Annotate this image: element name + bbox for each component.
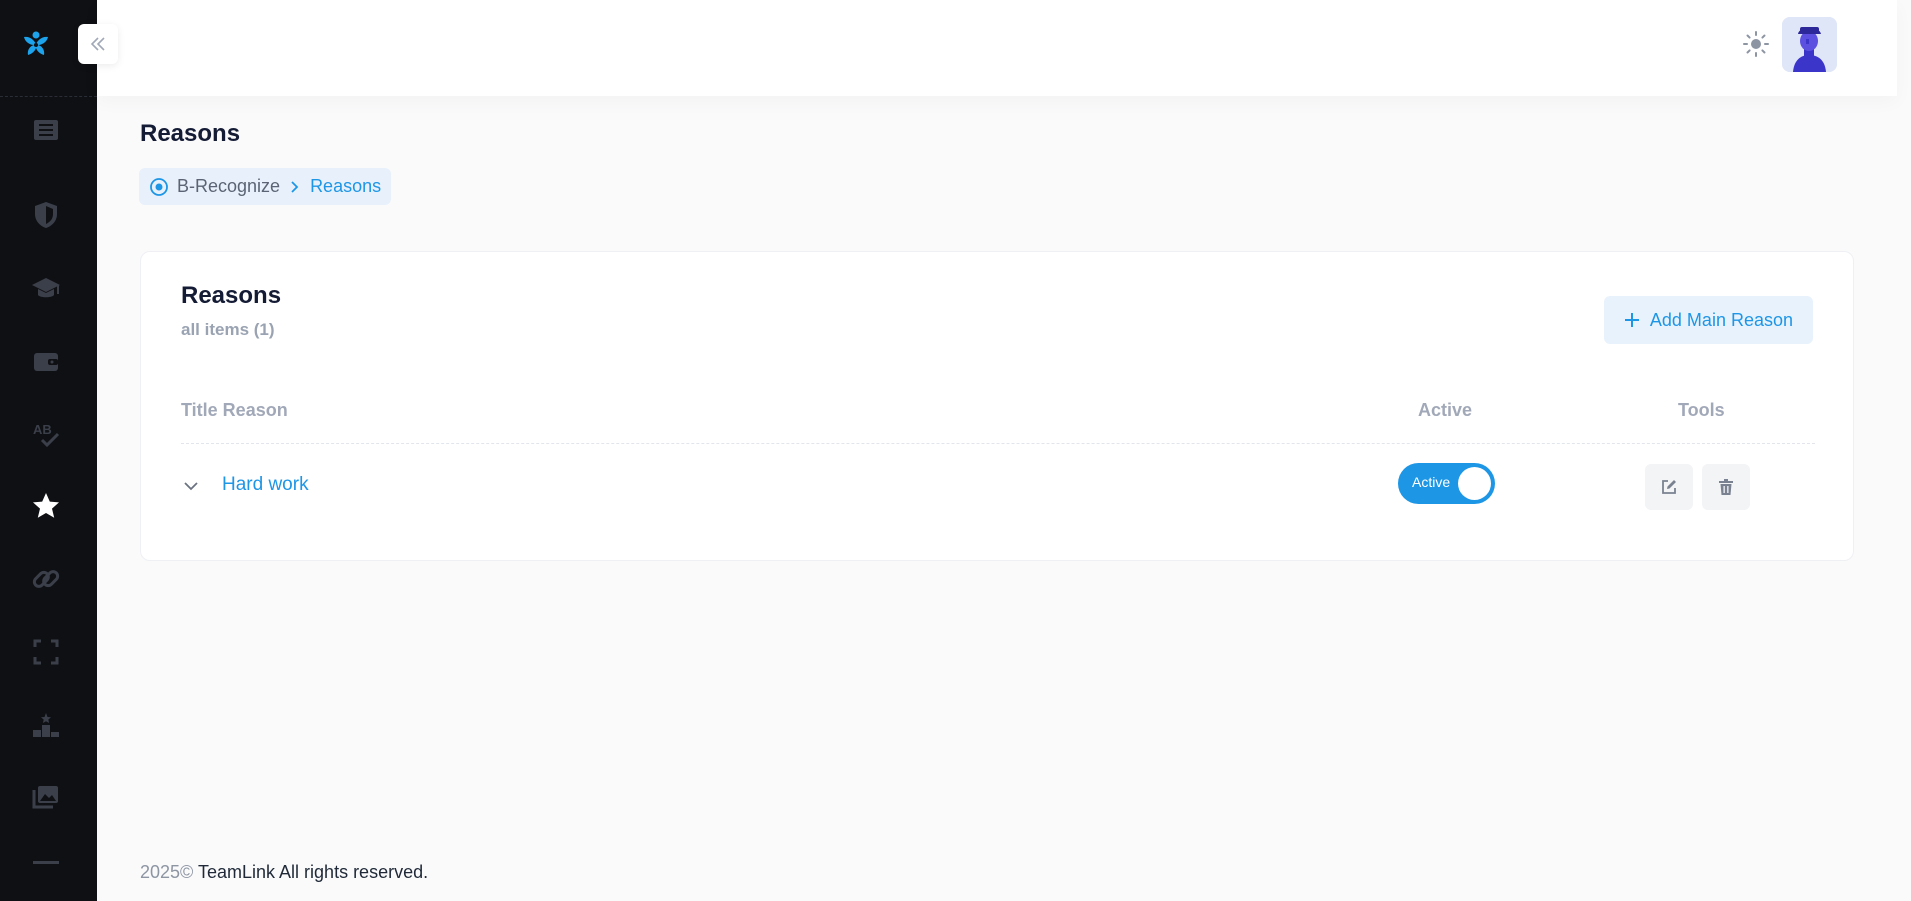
- trash-icon: [1719, 479, 1733, 495]
- fullscreen-icon[interactable]: [28, 634, 64, 670]
- delete-button[interactable]: [1702, 464, 1750, 510]
- top-header: [97, 0, 1897, 96]
- footer-year: 2025©: [140, 862, 194, 882]
- expand-row-button[interactable]: [179, 474, 203, 498]
- sidebar: AB: [0, 0, 97, 901]
- toggle-knob: [1458, 467, 1491, 500]
- star-icon[interactable]: [28, 488, 64, 524]
- svg-text:AB: AB: [33, 422, 52, 437]
- teamlink-logo[interactable]: [20, 28, 52, 60]
- table-divider: [181, 443, 1815, 444]
- wallet-icon[interactable]: [28, 343, 64, 379]
- sun-icon: [1743, 31, 1769, 57]
- footer: 2025© TeamLink All rights reserved.: [140, 862, 428, 883]
- collapse-sidebar-button[interactable]: [78, 24, 118, 64]
- page-title: Reasons: [140, 120, 241, 147]
- minus-icon[interactable]: [28, 844, 64, 880]
- sidebar-divider: [0, 96, 97, 97]
- theme-toggle-button[interactable]: [1740, 28, 1772, 60]
- card-title: Reasons: [181, 282, 282, 309]
- gallery-icon[interactable]: [28, 779, 64, 815]
- toggle-label: Active: [1412, 474, 1451, 490]
- user-avatar[interactable]: [1782, 17, 1837, 72]
- breadcrumb-current: Reasons: [310, 176, 382, 196]
- breadcrumb: B-Recognize Reasons: [139, 168, 392, 205]
- column-header-active: Active: [1418, 400, 1473, 420]
- footer-text: TeamLink All rights reserved.: [198, 862, 429, 882]
- spellcheck-icon[interactable]: AB: [28, 416, 64, 452]
- graduation-cap-icon[interactable]: [28, 270, 64, 306]
- reasons-card: Reasons all items (1) Add Main Reason Ti…: [140, 251, 1854, 561]
- edit-icon: [1662, 480, 1676, 494]
- chevron-right-icon: [291, 180, 299, 193]
- leaderboard-icon[interactable]: [28, 707, 64, 743]
- plus-icon: [1624, 313, 1639, 327]
- double-chevron-left-icon: [90, 37, 105, 51]
- edit-button[interactable]: [1645, 464, 1693, 510]
- column-header-tools: Tools: [1678, 400, 1725, 420]
- breadcrumb-home-link[interactable]: B-Recognize: [177, 176, 280, 197]
- add-main-reason-button[interactable]: Add Main Reason: [1603, 296, 1813, 344]
- book-icon[interactable]: [28, 112, 64, 148]
- active-toggle[interactable]: Active: [1398, 463, 1495, 504]
- shield-icon[interactable]: [28, 197, 64, 233]
- column-header-title: Title Reason: [181, 400, 288, 420]
- add-main-reason-label: Add Main Reason: [1649, 309, 1793, 330]
- items-count: all items (1): [181, 320, 275, 339]
- chevron-down-icon: [184, 482, 198, 491]
- target-icon: [150, 177, 168, 196]
- link-icon[interactable]: [28, 561, 64, 597]
- reason-title-link[interactable]: Hard work: [222, 474, 309, 496]
